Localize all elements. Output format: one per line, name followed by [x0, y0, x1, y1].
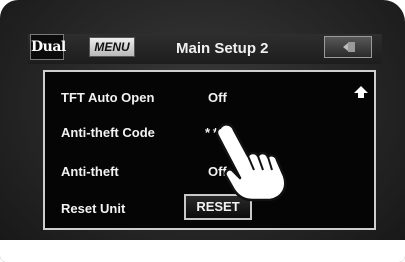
setting-label-anti-theft: Anti-theft [61, 164, 119, 179]
setting-label-anti-theft-code: Anti-theft Code [61, 125, 155, 140]
setting-label-reset-unit: Reset Unit [61, 201, 126, 216]
setting-value-tft-auto-open[interactable]: Off [208, 90, 227, 105]
setting-label-tft-auto-open: TFT Auto Open [61, 90, 155, 105]
pointing-hand-icon [215, 123, 287, 202]
brand-logo: Dual [30, 34, 66, 60]
menu-button[interactable]: MENU [89, 37, 135, 57]
back-arrow-icon [343, 42, 355, 52]
page-title: Main Setup 2 [176, 40, 269, 57]
back-button[interactable] [324, 36, 372, 58]
scroll-up-arrow-icon[interactable] [354, 86, 368, 98]
